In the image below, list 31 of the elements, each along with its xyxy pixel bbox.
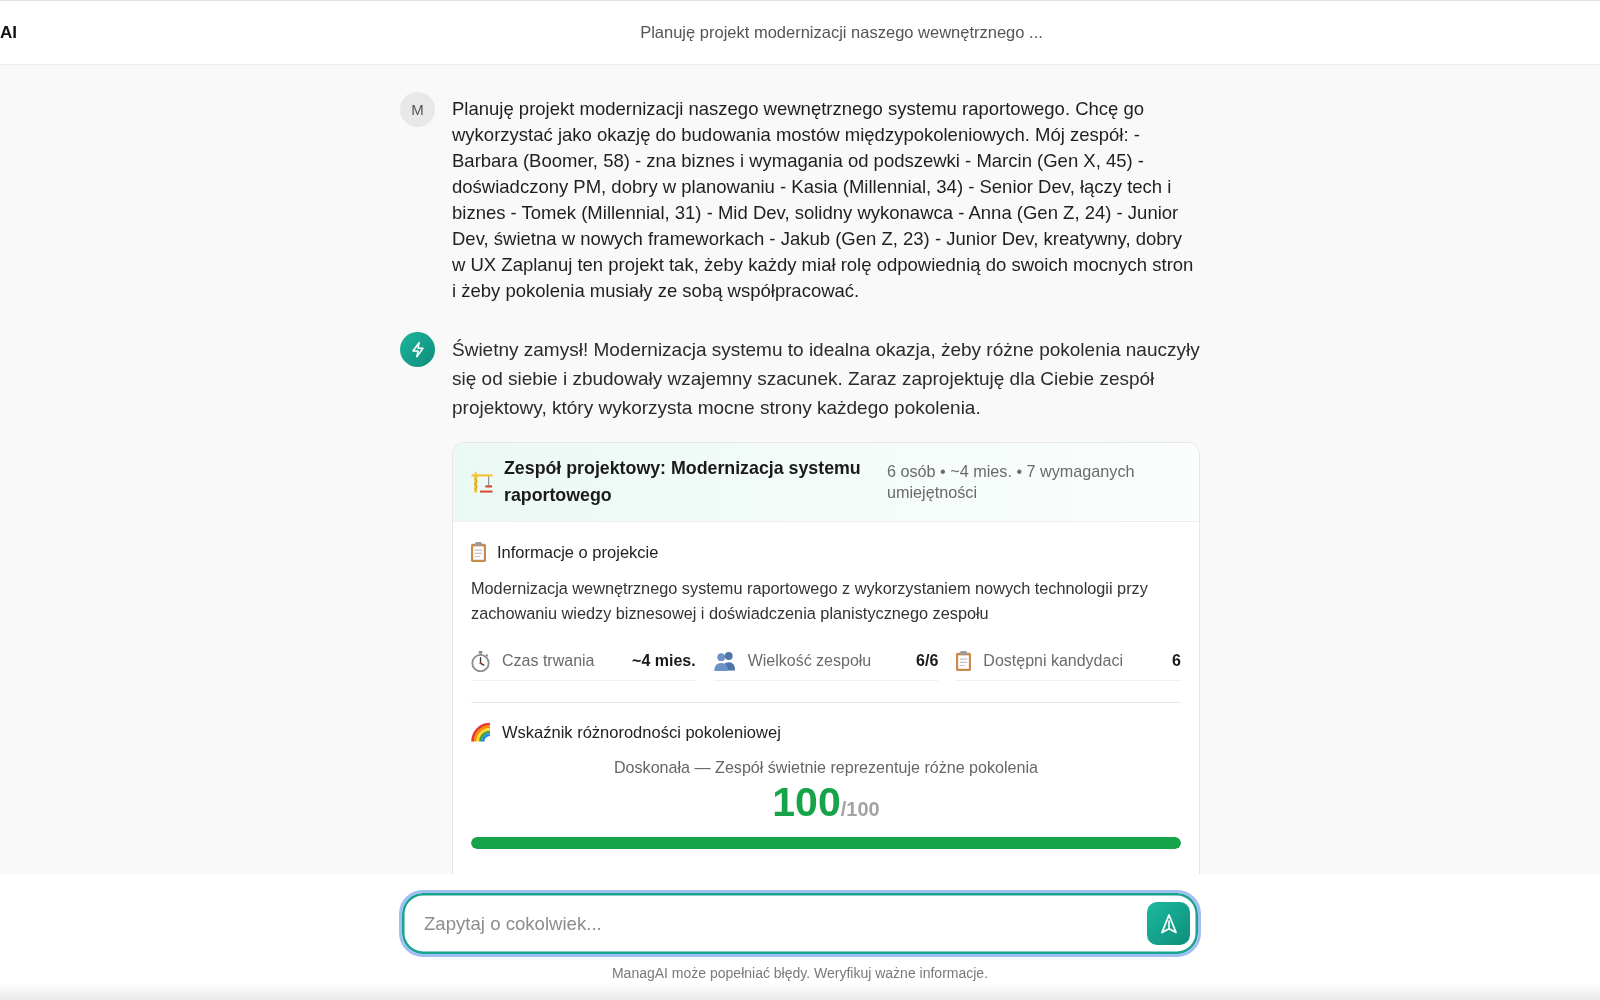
stat-label: Czas trwania xyxy=(502,651,596,671)
section-heading: Informacje o projekcie xyxy=(497,542,659,563)
stat-value: ~4 mies. xyxy=(632,651,696,671)
user-message: Planuję projekt modernizacji naszego wewnętrznego systemu raportowego. Chcę go wykorzystać jako okazję do budowania mostów międzypokoleniowych. Mój zespół: - Barbara (Boomer, 58) - zna biznes i wymagania od podszewki - Marcin (Gen X, 45) - doświadczony PM, dobry w planowaniu - Kasia (Millennial, 34) - Senior Dev, łączy tech i biznes - Tomek (Millennial, 31) - Mid Dev, solidny wykonawca - Anna (Gen Z, 24) - Junior Dev, świetna w nowych frameworkach - Jakub (Gen Z, 23) - Junior Dev, kreatywny, dobry w UX Zaplanuj ten projekt tak, żeby każdy miał rolę odpowiednią do swoich mocnych stron i żeby pokolenia musiały ze sobą współpracować. xyxy=(452,97,1195,303)
section-heading: Wskaźnik różnorodności pokoleniowej xyxy=(502,722,781,743)
lightning-icon xyxy=(400,332,435,367)
rating-text: Doskonała — Zespół świetnie reprezentuje różne pokolenia xyxy=(613,757,1038,778)
score-max: /100 xyxy=(840,798,880,821)
stat-label: Wielkość zespołu xyxy=(747,651,873,671)
user-avatar: M xyxy=(400,92,435,127)
disclaimer-text: ManagAI może popełniać błędy. Weryfikuj ważne informacje. xyxy=(611,965,989,981)
stat-value: 6/6 xyxy=(916,651,939,671)
chat-title: Planuję projekt modernizacji naszego wewnętrznego ... xyxy=(640,23,1043,42)
message-input-field[interactable]: Zapytaj o cokolwiek... xyxy=(405,896,1147,951)
crane-icon xyxy=(471,471,493,493)
stopwatch-icon xyxy=(471,650,490,672)
send-button[interactable] xyxy=(1147,902,1190,945)
stat-label: Dostępni kandydaci xyxy=(983,651,1124,671)
card-title: Zespół projektowy: Modernizacja systemu raportowego xyxy=(504,457,862,507)
assistant-message: Świetny zamysł! Modernizacja systemu to idealna okazja, żeby różne pokolenia nauczyły się od siebie i zbudowały wzajemny szacunek. Zaraz zaprojektuję dla Ciebie zespół projektowy, który wykorzysta mocne strony każdego pokolenia. xyxy=(452,338,1200,420)
people-icon xyxy=(713,651,736,671)
message-composer[interactable]: Zapytaj o cokolwiek... xyxy=(399,890,1201,957)
clipboard-icon xyxy=(956,651,972,671)
card-meta: 6 osób • ~4 mies. • 7 wymaganych umiejętności xyxy=(887,461,1136,503)
clipboard-icon xyxy=(471,542,486,562)
logo-text: AI xyxy=(0,22,17,43)
stat-value: 6 xyxy=(1172,651,1181,671)
arrow-icon xyxy=(1158,913,1179,934)
score-value: 100 xyxy=(772,779,841,825)
project-description: Modernizacja wewnętrznego systemu raportowego z wykorzystaniem nowych technologii przy zachowaniu wiedzy biznesowej i doświadczenia planistycznego zespołu xyxy=(471,578,1149,624)
rainbow-icon xyxy=(471,722,491,742)
